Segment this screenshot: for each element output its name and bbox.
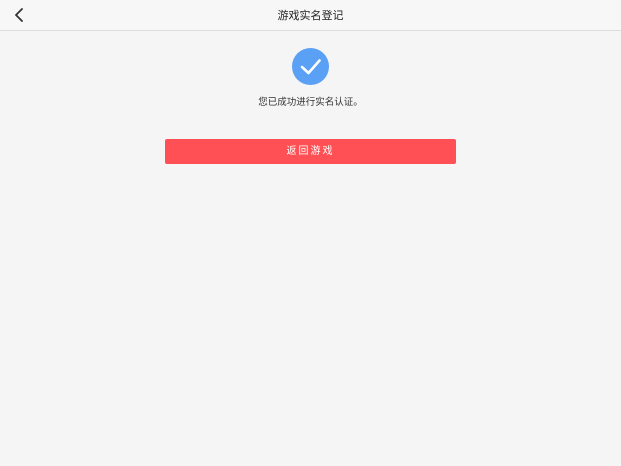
return-to-game-button[interactable]: 返回游戏 xyxy=(165,139,456,164)
page-title: 游戏实名登记 xyxy=(277,9,344,22)
success-message: 您已成功进行实名认证。 xyxy=(258,97,363,108)
checkmark-circle-icon xyxy=(292,48,329,85)
navigation-bar: 游戏实名登记 xyxy=(0,0,621,31)
